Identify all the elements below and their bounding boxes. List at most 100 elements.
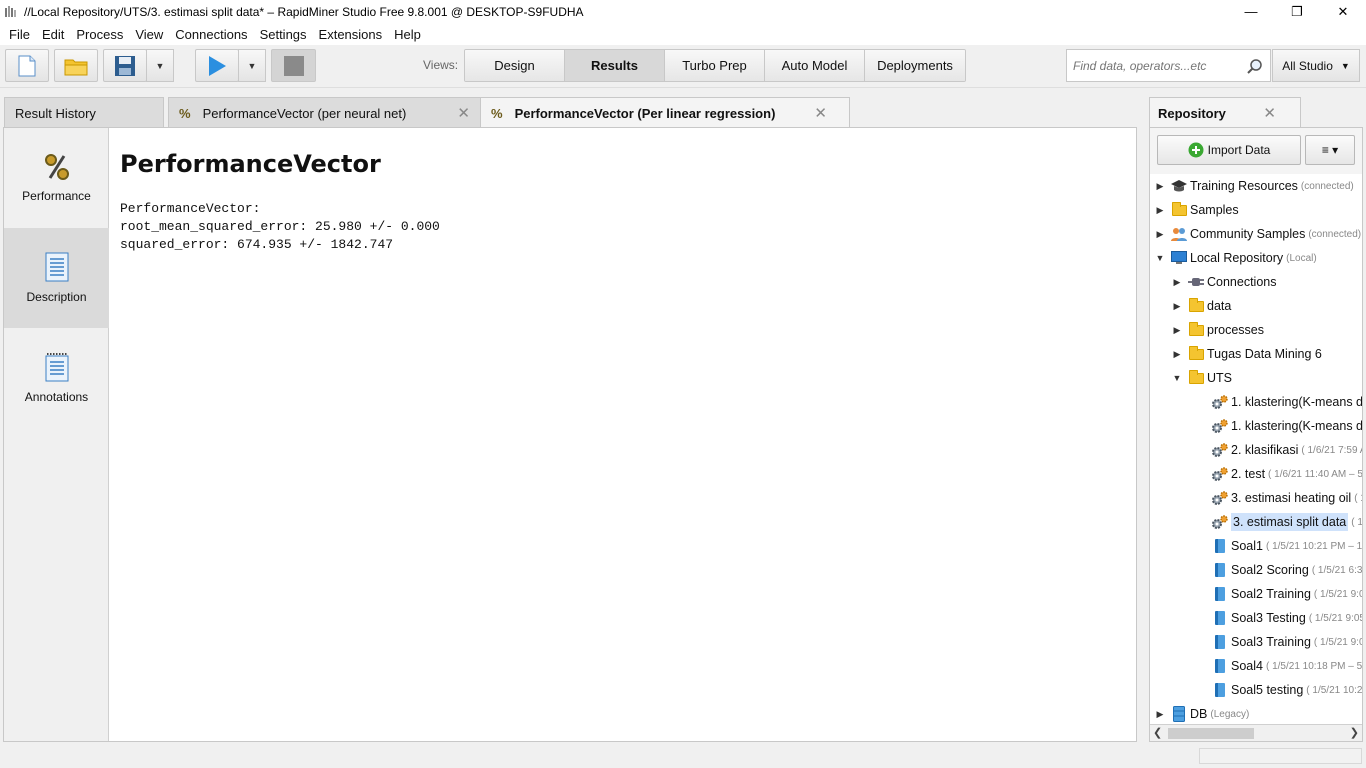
tree-item[interactable]: 3. estimasi split data( 1/6/	[1150, 510, 1362, 534]
tree-item[interactable]: Soal5 testing( 1/5/21 10:20	[1150, 678, 1362, 702]
restore-button[interactable]: ❐	[1274, 0, 1320, 23]
tab-performance-linear-regression[interactable]: % PerformanceVector (Per linear regressi…	[480, 97, 850, 129]
menu-edit[interactable]: Edit	[36, 27, 70, 42]
save-button[interactable]	[103, 49, 147, 82]
menu-file[interactable]: File	[3, 27, 36, 42]
expand-arrow-icon[interactable]: ▶	[1171, 349, 1183, 360]
tree-item[interactable]: Soal2 Training( 1/5/21 9:06	[1150, 582, 1362, 606]
tab-result-history[interactable]: Result History	[4, 97, 164, 128]
tree-item[interactable]: Soal3 Training( 1/5/21 9:06	[1150, 630, 1362, 654]
view-auto-model-button[interactable]: Auto Model	[765, 50, 865, 81]
tree-item[interactable]: 2. test( 1/6/21 11:40 AM – 5	[1150, 462, 1362, 486]
expand-arrow-icon[interactable]: ▶	[1154, 181, 1166, 192]
folder-open-icon	[1187, 369, 1205, 386]
add-circle-icon	[1188, 142, 1204, 158]
expand-arrow-icon[interactable]: ▶	[1154, 205, 1166, 216]
collapse-arrow-icon[interactable]: ▼	[1171, 373, 1183, 383]
process-gear-icon	[1211, 514, 1229, 530]
close-button[interactable]: ✕	[1320, 0, 1366, 23]
percent-icon: %	[179, 105, 191, 121]
tree-item[interactable]: Soal2 Scoring( 1/5/21 6:33	[1150, 558, 1362, 582]
nav-performance[interactable]: Performance	[4, 128, 109, 228]
import-data-label: Import Data	[1207, 143, 1271, 157]
tree-item[interactable]: ▶ DB (Legacy)	[1150, 702, 1362, 724]
run-process-button[interactable]	[195, 49, 239, 82]
view-design-button[interactable]: Design	[465, 50, 565, 81]
tab-performance-neural-net[interactable]: % PerformanceVector (per neural net) ✕	[168, 97, 481, 128]
tree-item[interactable]: ▼ UTS	[1150, 366, 1362, 390]
menu-view[interactable]: View	[129, 27, 169, 42]
notes-icon	[45, 353, 68, 382]
tree-item[interactable]: 3. estimasi heating oil( 1/6	[1150, 486, 1362, 510]
views-switcher: Design Results Turbo Prep Auto Model Dep…	[464, 49, 966, 82]
percent-icon	[44, 154, 69, 180]
search-icon[interactable]	[1246, 58, 1264, 76]
repository-panel: Import Data ≡ ▾ ▶ Training Resources (conn…	[1149, 127, 1363, 742]
search-scope-label: All Studio	[1282, 58, 1333, 73]
tree-item[interactable]: ▶ Training Resources (connected)	[1150, 174, 1362, 198]
chevron-down-icon: ▼	[247, 60, 257, 71]
close-tab-icon[interactable]: ✕	[1263, 104, 1276, 122]
tree-item[interactable]: ▶ Samples	[1150, 198, 1362, 222]
nav-label: Performance	[22, 189, 91, 203]
tree-item[interactable]: 1. klastering(K-means dan	[1150, 390, 1362, 414]
tree-item-label: 1. klastering(K-means dan	[1231, 395, 1362, 409]
run-dropdown-button[interactable]: ▼	[238, 49, 266, 82]
nav-description[interactable]: Description	[4, 228, 109, 328]
scroll-left-icon[interactable]: ❮	[1153, 726, 1162, 739]
menu-settings[interactable]: Settings	[254, 27, 313, 42]
expand-arrow-icon[interactable]: ▶	[1171, 301, 1183, 312]
collapse-arrow-icon[interactable]: ▼	[1154, 253, 1166, 263]
tree-item[interactable]: Soal3 Testing( 1/5/21 9:05	[1150, 606, 1362, 630]
tree-item[interactable]: 1. klastering(K-means dan	[1150, 414, 1362, 438]
tree-item[interactable]: ▶ Community Samples (connected)	[1150, 222, 1362, 246]
data-table-icon	[1211, 658, 1229, 674]
save-dropdown-button[interactable]: ▼	[146, 49, 174, 82]
expand-arrow-icon[interactable]: ▶	[1171, 277, 1183, 288]
import-data-button[interactable]: Import Data	[1157, 135, 1301, 165]
tree-item-label: Training Resources	[1190, 179, 1298, 193]
expand-arrow-icon[interactable]: ▶	[1171, 325, 1183, 336]
percent-icon: %	[491, 106, 503, 121]
tree-item-meta: ( 1/5/21 9:05	[1308, 612, 1362, 624]
menu-connections[interactable]: Connections	[169, 27, 253, 42]
tree-item-label: 3. estimasi heating oil	[1231, 491, 1352, 505]
tree-item[interactable]: 2. klasifikasi( 1/6/21 7:59 A	[1150, 438, 1362, 462]
tree-item[interactable]: ▼ Local Repository (Local)	[1150, 246, 1362, 270]
view-turbo-prep-button[interactable]: Turbo Prep	[665, 50, 765, 81]
scrollbar-thumb[interactable]	[1168, 728, 1254, 739]
rmse-line: root_mean_squared_error: 25.980 +/- 0.00…	[120, 219, 440, 234]
close-tab-icon[interactable]: ✕	[814, 104, 827, 122]
scroll-right-icon[interactable]: ❯	[1350, 726, 1359, 739]
horizontal-scrollbar[interactable]: ❮ ❯	[1150, 724, 1362, 741]
new-process-button[interactable]	[5, 49, 49, 82]
open-process-button[interactable]	[54, 49, 98, 82]
chevron-down-icon: ▼	[155, 60, 165, 71]
view-deployments-button[interactable]: Deployments	[865, 50, 965, 81]
expand-arrow-icon[interactable]: ▶	[1154, 709, 1166, 720]
view-results-button[interactable]: Results	[565, 50, 665, 81]
tree-item-label: 3. estimasi split data	[1231, 513, 1349, 531]
tree-item[interactable]: ▶ data	[1150, 294, 1362, 318]
menu-extensions[interactable]: Extensions	[313, 27, 389, 42]
tree-item[interactable]: Soal4( 1/5/21 10:18 PM – 5	[1150, 654, 1362, 678]
folder-icon	[1187, 321, 1205, 338]
global-search	[1066, 49, 1271, 82]
minimize-button[interactable]: —	[1228, 0, 1274, 23]
close-tab-icon[interactable]: ✕	[457, 104, 470, 122]
tab-repository[interactable]: Repository ✕	[1149, 97, 1301, 128]
tree-item[interactable]: ▶ Tugas Data Mining 6	[1150, 342, 1362, 366]
tree-item[interactable]: Soal1( 1/5/21 10:21 PM – 1	[1150, 534, 1362, 558]
tree-item[interactable]: ▶ Connections	[1150, 270, 1362, 294]
tree-item-meta: (connected)	[1300, 180, 1354, 192]
repository-menu-button[interactable]: ≡ ▾	[1305, 135, 1355, 165]
tree-item-label: 1. klastering(K-means dan	[1231, 419, 1362, 433]
menu-help[interactable]: Help	[388, 27, 427, 42]
tree-item[interactable]: ▶ processes	[1150, 318, 1362, 342]
menu-process[interactable]: Process	[70, 27, 129, 42]
stop-process-button[interactable]	[271, 49, 316, 82]
search-scope-dropdown[interactable]: All Studio ▼	[1272, 49, 1360, 82]
nav-annotations[interactable]: Annotations	[4, 328, 109, 428]
expand-arrow-icon[interactable]: ▶	[1154, 229, 1166, 240]
search-input[interactable]	[1071, 57, 1241, 74]
